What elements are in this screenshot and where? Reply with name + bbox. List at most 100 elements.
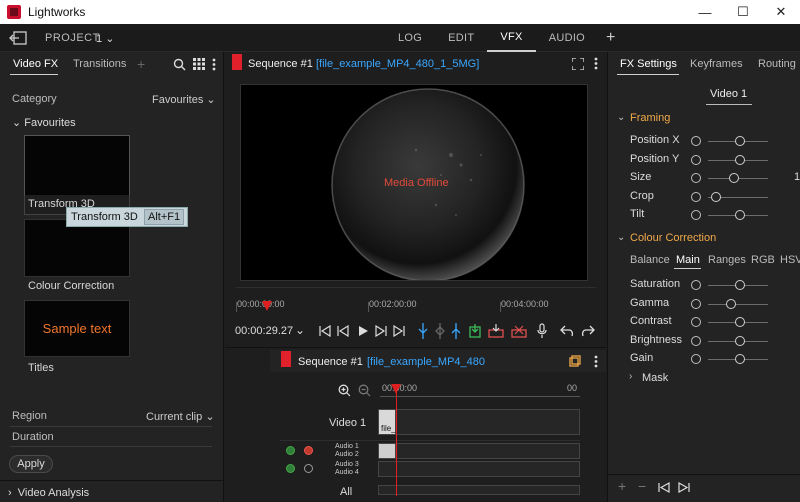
all-tracks-bar[interactable] (378, 485, 580, 495)
track-label-all[interactable]: All (340, 486, 352, 498)
slider-knob[interactable] (735, 154, 745, 165)
undo-icon[interactable] (560, 325, 574, 337)
category-dropdown[interactable]: Favourites ⌄ (152, 93, 216, 106)
subtab-rgb[interactable]: RGB (751, 254, 775, 266)
step-back-icon[interactable] (337, 325, 349, 337)
previous-keyframe-icon[interactable] (658, 482, 670, 493)
tab-keyframes[interactable]: Keyframes (690, 58, 743, 70)
subtab-main[interactable]: Main (676, 254, 700, 266)
mark-in-icon[interactable] (418, 323, 428, 339)
favourites-group-header[interactable]: ⌄ Favourites (12, 116, 76, 129)
add-effect-tab-button[interactable]: + (137, 56, 145, 72)
timeline-source-file[interactable]: [file_example_MP4_480 (367, 356, 485, 368)
go-to-end-icon[interactable] (393, 325, 405, 337)
delete-icon[interactable] (511, 324, 527, 338)
exit-icon[interactable] (9, 31, 27, 45)
track-label-video-1[interactable]: Video 1 (329, 417, 366, 429)
stopwatch-icon[interactable] (691, 210, 701, 220)
stopwatch-icon[interactable] (691, 280, 701, 290)
tab-routing[interactable]: Routing (758, 58, 796, 70)
colour-correction-section-header[interactable]: Colour Correction (630, 232, 716, 244)
project-selector[interactable]: 1 ⌄ (96, 32, 114, 45)
current-timecode[interactable]: 00:00:29.27 (235, 325, 293, 337)
slider-knob[interactable] (735, 136, 745, 146)
video-track[interactable] (378, 409, 580, 435)
effect-thumb-colour-correction[interactable] (24, 219, 130, 277)
minimize-button[interactable]: — (686, 0, 724, 24)
audio-track-3-4[interactable] (378, 461, 580, 477)
stopwatch-icon[interactable] (691, 354, 701, 364)
audio-clip[interactable] (378, 443, 396, 459)
slider-knob[interactable] (735, 335, 745, 346)
tab-edit[interactable]: EDIT (435, 24, 487, 52)
record-arm-toggle[interactable] (304, 446, 313, 455)
effect-thumb-titles[interactable]: Sample text (24, 300, 130, 357)
add-effect-button[interactable]: + (618, 478, 626, 494)
tab-video-fx[interactable]: Video FX (13, 58, 58, 70)
framing-section-header[interactable]: Framing (630, 112, 670, 124)
close-button[interactable]: ✕ (762, 0, 800, 24)
playhead-marker-icon[interactable] (262, 301, 272, 311)
more-options-icon[interactable] (212, 58, 216, 71)
clear-marks-icon[interactable] (435, 323, 445, 339)
tab-transitions[interactable]: Transitions (73, 58, 126, 70)
next-keyframe-icon[interactable] (678, 482, 690, 493)
stopwatch-icon[interactable] (691, 191, 701, 202)
slider-knob[interactable] (735, 280, 745, 290)
tab-audio[interactable]: AUDIO (536, 24, 598, 52)
fullscreen-icon[interactable] (572, 58, 584, 70)
subtab-balance[interactable]: Balance (630, 254, 670, 266)
audio-track-1-2[interactable] (378, 443, 580, 459)
slider-knob[interactable] (726, 298, 736, 309)
maximize-button[interactable]: ☐ (724, 0, 762, 24)
insert-icon[interactable] (469, 324, 481, 338)
grid-view-icon[interactable] (193, 58, 205, 70)
mask-section-header[interactable]: Mask (642, 372, 668, 384)
add-tab-button[interactable]: + (598, 24, 624, 52)
param-slider-gamma[interactable] (708, 303, 768, 305)
param-value[interactable]: 1 (794, 171, 800, 183)
chevron-right-icon[interactable]: › (629, 371, 632, 382)
stopwatch-icon[interactable] (691, 298, 701, 309)
audio-enable-toggle[interactable] (286, 464, 295, 473)
stopwatch-icon[interactable] (691, 335, 701, 346)
slider-knob[interactable] (729, 173, 739, 183)
record-arm-toggle[interactable] (304, 464, 313, 473)
sync-lock-icon[interactable] (569, 355, 581, 367)
apply-button[interactable]: Apply (9, 455, 53, 473)
slider-knob[interactable] (735, 317, 745, 327)
chevron-down-icon[interactable]: ⌄ (617, 112, 625, 123)
more-options-icon[interactable] (594, 57, 598, 70)
slider-knob[interactable] (711, 191, 721, 202)
search-icon[interactable] (173, 58, 186, 71)
track-label-audio-4[interactable]: Audio 4 (335, 469, 359, 476)
video-viewer[interactable]: Media Offline (240, 84, 588, 282)
region-dropdown[interactable]: Current clip ⌄ (146, 410, 215, 423)
stopwatch-icon[interactable] (691, 173, 701, 183)
stopwatch-icon[interactable] (691, 136, 701, 146)
remove-effect-button[interactable]: − (638, 478, 646, 494)
track-label-audio-3[interactable]: Audio 3 (335, 461, 359, 468)
microphone-icon[interactable] (537, 323, 547, 339)
more-options-icon[interactable] (594, 355, 598, 368)
overwrite-icon[interactable] (488, 324, 504, 338)
viewer-ruler[interactable]: 00:00:00:00 00:02:00:00 00:04:00:00 (236, 292, 596, 312)
redo-icon[interactable] (581, 325, 595, 337)
tab-vfx[interactable]: VFX (487, 24, 536, 52)
tab-log[interactable]: LOG (385, 24, 435, 52)
mark-out-icon[interactable] (451, 323, 461, 339)
zoom-in-icon[interactable] (338, 384, 351, 397)
zoom-out-icon[interactable] (358, 384, 371, 397)
video-analysis-section[interactable]: › Video Analysis (8, 487, 89, 499)
play-icon[interactable] (357, 325, 369, 337)
chevron-down-icon[interactable]: ⌄ (617, 232, 625, 243)
viewer-source-file[interactable]: [file_example_MP4_480_1_5MG] (316, 58, 479, 70)
go-to-start-icon[interactable] (319, 325, 331, 337)
chevron-down-icon[interactable]: ⌄ (295, 323, 305, 337)
step-forward-icon[interactable] (375, 325, 387, 337)
stopwatch-icon[interactable] (691, 317, 701, 327)
stopwatch-icon[interactable] (691, 154, 701, 165)
slider-knob[interactable] (735, 210, 745, 220)
viewer-sequence-title[interactable]: Sequence #1 (248, 58, 313, 70)
subtab-ranges[interactable]: Ranges (708, 254, 746, 266)
